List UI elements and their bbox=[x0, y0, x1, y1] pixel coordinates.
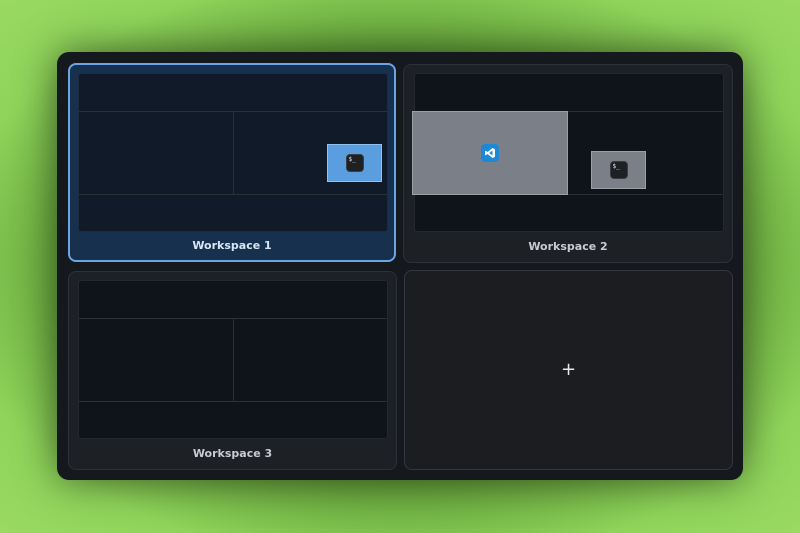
workspace-1-label: Workspace 1 bbox=[192, 239, 272, 252]
workspace-2-label: Workspace 2 bbox=[528, 240, 608, 253]
terminal-window-thumbnail[interactable]: $_ bbox=[591, 151, 646, 189]
terminal-window-thumbnail[interactable]: $_ bbox=[327, 144, 382, 182]
vscode-icon bbox=[481, 144, 499, 162]
plus-icon: + bbox=[560, 359, 577, 381]
add-workspace-button[interactable]: + bbox=[404, 270, 733, 470]
vscode-window-thumbnail[interactable] bbox=[412, 111, 568, 195]
panel-divider bbox=[233, 111, 234, 195]
workspace-3-card[interactable]: Workspace 3 bbox=[68, 271, 397, 470]
workspace-overview: $_ Workspace 1 $_ Workspace 2 Workspace … bbox=[57, 52, 743, 480]
terminal-icon: $_ bbox=[609, 161, 628, 179]
workspace-3-preview bbox=[78, 280, 388, 439]
terminal-icon: $_ bbox=[345, 154, 364, 172]
workspace-1-preview: $_ bbox=[78, 73, 388, 232]
workspace-3-label: Workspace 3 bbox=[192, 447, 273, 460]
workspace-2-card[interactable]: $_ Workspace 2 bbox=[403, 64, 733, 263]
workspace-1-card[interactable]: $_ Workspace 1 bbox=[68, 63, 396, 262]
panel-divider bbox=[233, 318, 234, 402]
